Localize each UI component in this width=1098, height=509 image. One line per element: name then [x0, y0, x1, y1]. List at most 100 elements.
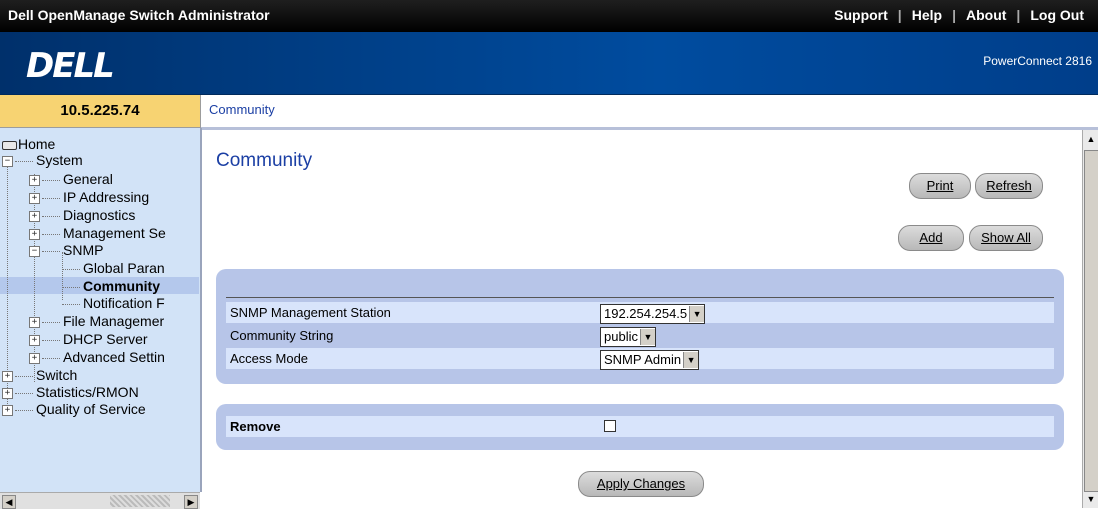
page-title: Community	[216, 150, 313, 171]
chevron-down-icon[interactable]: ▼	[683, 351, 699, 368]
remove-label: Remove	[230, 419, 281, 434]
panel-divider	[226, 297, 1054, 298]
tree-connector	[42, 250, 60, 252]
expand-icon[interactable]: +	[2, 370, 13, 382]
expand-icon[interactable]: +	[29, 228, 40, 240]
access-mode-select[interactable]: SNMP Admin ▼	[600, 349, 700, 370]
tree-item-file-management[interactable]: + File Managemer	[29, 313, 164, 329]
refresh-button[interactable]: Refresh	[975, 173, 1043, 199]
tree-item-diagnostics[interactable]: + Diagnostics	[29, 207, 135, 223]
dell-logo: DELL	[26, 46, 115, 86]
top-bar: Dell OpenManage Switch Administrator Sup…	[0, 0, 1098, 32]
tree-item-home[interactable]: Home	[2, 136, 55, 152]
scrollbar-thumb[interactable]	[110, 495, 170, 507]
collapse-icon[interactable]: −	[29, 245, 40, 257]
tree-connector	[42, 321, 60, 323]
breadcrumb-current[interactable]: Community	[209, 102, 275, 117]
remove-checkbox[interactable]	[604, 420, 616, 432]
expand-icon[interactable]: +	[29, 334, 40, 346]
apply-changes-button[interactable]: Apply Changes	[578, 471, 704, 497]
expand-icon[interactable]: +	[2, 387, 13, 399]
community-string-label: Community String	[230, 328, 334, 343]
scroll-up-icon[interactable]: ▲	[1084, 132, 1098, 146]
tree-item-label: Statistics/RMON	[36, 384, 139, 400]
expand-icon[interactable]: +	[29, 352, 40, 364]
support-link[interactable]: Support	[824, 7, 898, 23]
main-vertical-scrollbar[interactable]: ▲ ▼	[1082, 130, 1098, 508]
tree-item-advanced-settings[interactable]: + Advanced Settin	[29, 349, 165, 365]
remove-row: Remove	[226, 416, 1054, 437]
tree-item-label: Home	[18, 136, 56, 152]
tree-item-global-parameters[interactable]: Global Paran	[62, 260, 165, 276]
scroll-left-icon[interactable]: ◀	[2, 495, 16, 509]
chevron-down-icon[interactable]: ▼	[689, 305, 705, 322]
breadcrumb: Community	[201, 95, 1098, 130]
tree-connector	[42, 179, 60, 181]
tree-item-notification-filter[interactable]: Notification F	[62, 295, 165, 311]
tree-connector	[62, 286, 80, 288]
tree-connector	[15, 392, 33, 394]
main-content: Community Print Refresh Add Show All SNM…	[202, 130, 1080, 508]
tree-item-dhcp-server[interactable]: + DHCP Server	[29, 331, 148, 347]
tree-connector	[15, 409, 33, 411]
remove-panel: Remove	[216, 404, 1064, 450]
tree-item-label: Switch	[36, 367, 78, 383]
tree-item-switch[interactable]: + Switch	[2, 367, 77, 383]
tree-connector	[42, 215, 60, 217]
navigation-tree: Home − System + General + IP Addressing + Di…	[0, 128, 202, 492]
tree-item-label: System	[36, 152, 83, 168]
tree-item-ip-addressing[interactable]: + IP Addressing	[29, 189, 149, 205]
app-title: Dell OpenManage Switch Administrator	[8, 7, 270, 23]
tree-item-system[interactable]: − System	[2, 152, 83, 168]
tree-item-snmp[interactable]: − SNMP	[29, 242, 103, 258]
chevron-down-icon[interactable]: ▼	[639, 328, 655, 345]
expand-icon[interactable]: +	[2, 404, 13, 416]
tree-connector	[42, 197, 60, 199]
community-select-value: public	[604, 329, 638, 344]
tree-item-label: Diagnostics	[63, 207, 136, 223]
tree-item-label: Community	[83, 278, 160, 294]
tree-item-label: DHCP Server	[63, 331, 148, 347]
scroll-down-icon[interactable]: ▼	[1084, 492, 1098, 506]
tree-connector	[15, 160, 33, 162]
community-settings-panel: SNMP Management Station 192.254.254.5 ▼ C…	[216, 269, 1064, 384]
expand-icon[interactable]: +	[29, 174, 40, 186]
station-select[interactable]: 192.254.254.5 ▼	[600, 303, 706, 324]
tree-item-community[interactable]: Community	[62, 278, 160, 294]
station-label: SNMP Management Station	[230, 305, 391, 320]
print-button[interactable]: Print	[909, 173, 971, 199]
expand-icon[interactable]: +	[29, 192, 40, 204]
tree-horizontal-scrollbar[interactable]: ◀ ▶	[0, 492, 200, 509]
expand-icon[interactable]: +	[29, 210, 40, 222]
tree-item-label: Notification F	[83, 295, 165, 311]
scroll-right-icon[interactable]: ▶	[184, 495, 198, 509]
tree-item-label: Management Se	[63, 225, 166, 241]
station-select-value: 192.254.254.5	[604, 306, 688, 321]
scrollbar-thumb[interactable]	[1084, 150, 1098, 492]
tree-item-management-security[interactable]: + Management Se	[29, 225, 166, 241]
tree-connector	[42, 339, 60, 341]
device-ip: 10.5.225.74	[0, 95, 201, 128]
community-string-select[interactable]: public ▼	[600, 326, 656, 347]
add-button[interactable]: Add	[898, 225, 964, 251]
about-link[interactable]: About	[956, 7, 1016, 23]
tree-item-label: General	[63, 171, 113, 187]
show-all-button[interactable]: Show All	[969, 225, 1043, 251]
tree-item-general[interactable]: + General	[29, 171, 113, 187]
tree-item-label: Global Paran	[83, 260, 165, 276]
help-link[interactable]: Help	[902, 7, 952, 23]
banner: DELL PowerConnect 2816	[0, 32, 1098, 95]
logout-link[interactable]: Log Out	[1020, 7, 1094, 23]
tree-connector	[15, 375, 33, 377]
expand-icon[interactable]: +	[29, 316, 40, 328]
collapse-icon[interactable]: −	[2, 155, 13, 167]
community-string-row: Community String public ▼	[226, 325, 1054, 347]
tree-item-label: Advanced Settin	[63, 349, 165, 365]
access-select-value: SNMP Admin	[604, 352, 682, 367]
tree-item-quality-of-service[interactable]: + Quality of Service	[2, 401, 146, 417]
tree-item-label: File Managemer	[63, 313, 165, 329]
access-mode-label: Access Mode	[230, 351, 309, 366]
tree-item-statistics-rmon[interactable]: + Statistics/RMON	[2, 384, 139, 400]
tree-connector	[62, 303, 80, 305]
tree-item-label: Quality of Service	[36, 401, 146, 417]
